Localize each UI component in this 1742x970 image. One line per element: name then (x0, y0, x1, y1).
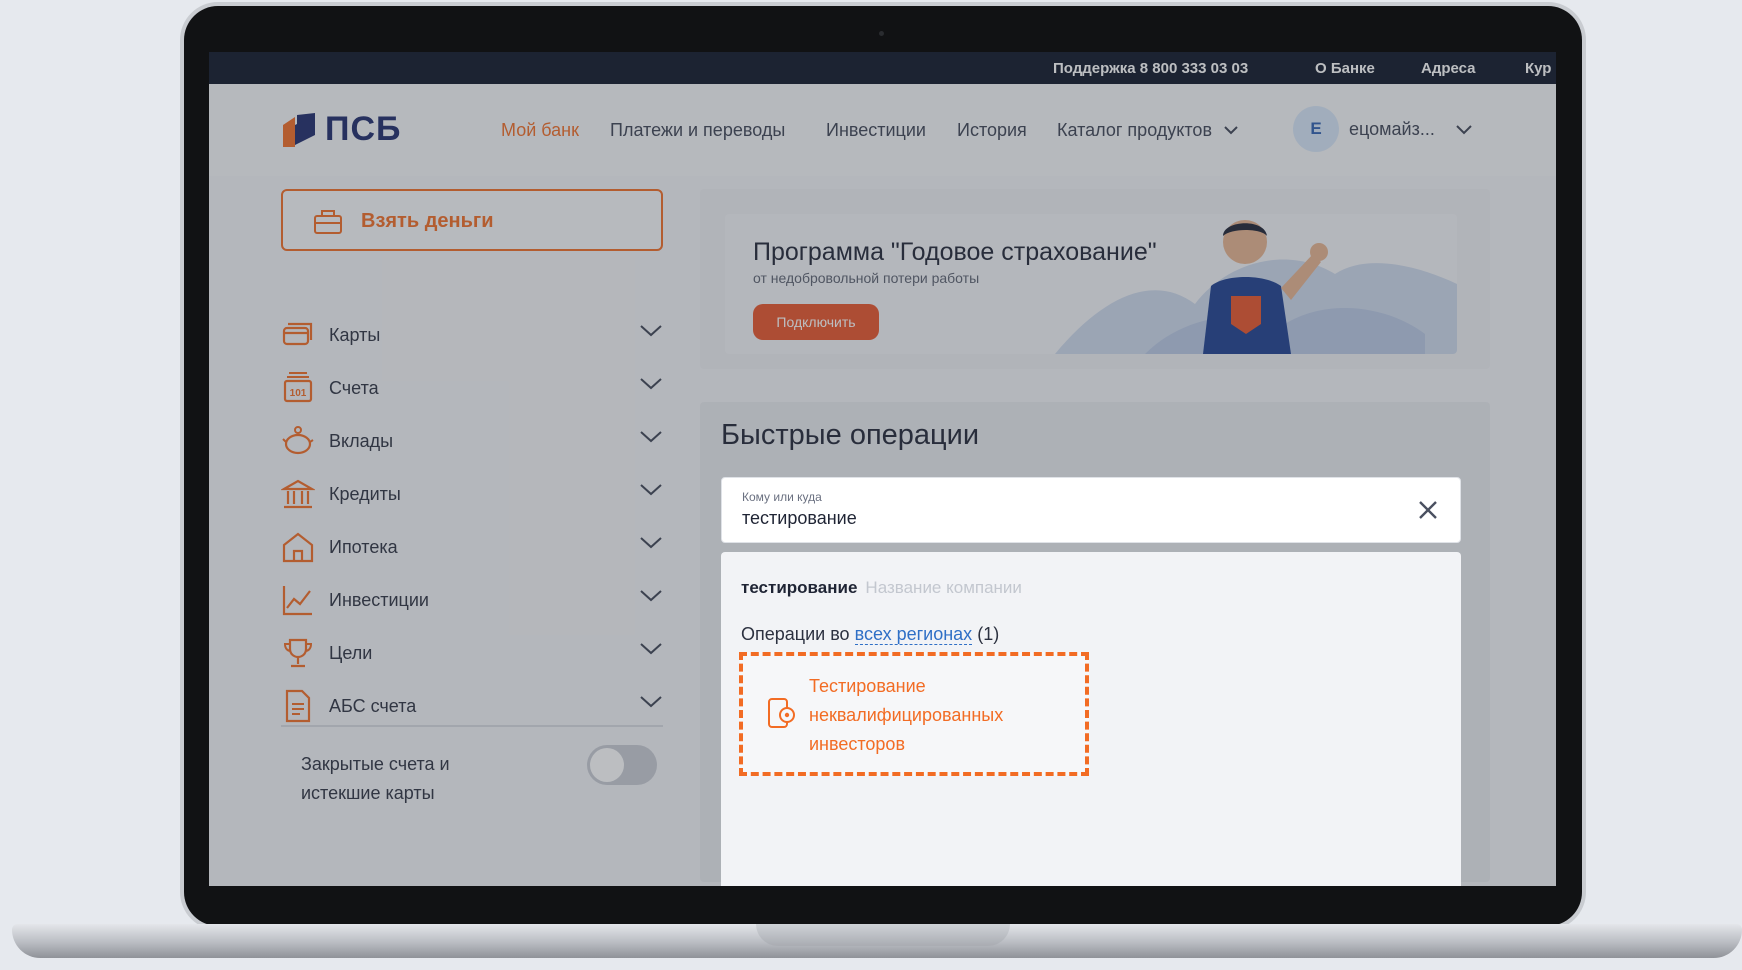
sidebar-item-label: АБС счета (329, 696, 417, 716)
regions-count: (1) (977, 624, 1000, 644)
psb-logo[interactable]: ПСБ (281, 110, 401, 149)
toggle-knob (590, 748, 624, 782)
sidebar-item-investments[interactable]: Инвестиции (281, 579, 663, 619)
sidebar-item-cards[interactable]: Карты (281, 314, 663, 354)
company-name-placeholder: Название компании (865, 578, 1022, 597)
chevron-down-icon (1456, 125, 1472, 135)
sidebar-item-label: Вклады (329, 431, 394, 451)
chevron-down-icon[interactable] (639, 585, 663, 605)
rates-link[interactable]: Кур (1525, 60, 1551, 77)
trophy-icon (283, 638, 313, 668)
nav-catalog[interactable]: Каталог продуктов (1057, 120, 1239, 141)
sidebar-item-credits[interactable]: Кредиты (281, 473, 663, 513)
search-input[interactable] (742, 508, 1382, 529)
logo-text: ПСБ (325, 110, 402, 148)
search-query-text: тестирование (741, 578, 858, 597)
laptop-base-notch (756, 924, 1010, 946)
support-phone-link[interactable]: Поддержка 8 800 333 03 03 (1053, 60, 1248, 77)
svg-text:101: 101 (290, 388, 307, 399)
closed-accounts-label: Закрытые счета и истекшие карты (301, 754, 450, 803)
document-icon (285, 689, 311, 723)
regions-prefix: Операции во (741, 624, 850, 644)
sidebar-item-label: Цели (329, 643, 373, 663)
promo-banner[interactable]: Программа "Годовое страхование" от недоб… (725, 214, 1457, 354)
search-hint: Кому или куда (742, 490, 822, 504)
sidebar-item-goals[interactable]: Цели (281, 632, 663, 672)
search-result-item[interactable]: Тестирование неквалифицированных инвесто… (739, 652, 1089, 776)
chevron-down-icon[interactable] (639, 479, 663, 499)
take-money-label: Взять деньги (361, 210, 494, 232)
close-icon[interactable] (1414, 496, 1442, 524)
user-menu[interactable]: Е ецомайз... (1293, 106, 1473, 152)
nav-my-bank[interactable]: Мой банк (501, 120, 579, 141)
sidebar-item-label: Карты (329, 325, 381, 345)
sidebar-item-accounts[interactable]: 101 Счета (281, 367, 663, 407)
search-query-row: тестирование Название компании (741, 578, 1022, 598)
nav-payments[interactable]: Платежи и переводы (610, 120, 785, 141)
top-bar: Поддержка 8 800 333 03 03 О Банке Адреса… (209, 52, 1556, 84)
chevron-down-icon[interactable] (639, 426, 663, 446)
about-bank-link[interactable]: О Банке (1315, 60, 1375, 77)
header: ПСБ Мой банк Платежи и переводы Инвестиц… (209, 84, 1556, 176)
sidebar-divider (281, 725, 663, 727)
sidebar-item-mortgage[interactable]: Ипотека (281, 526, 663, 566)
chevron-down-icon[interactable] (639, 532, 663, 552)
chevron-down-icon[interactable] (639, 638, 663, 658)
sidebar-item-deposits[interactable]: Вклады (281, 420, 663, 460)
sidebar-item-label: Кредиты (329, 484, 401, 504)
avatar: Е (1293, 106, 1339, 152)
take-money-button[interactable]: Взять деньги (281, 189, 663, 251)
piggy-bank-icon (282, 426, 314, 455)
regions-row: Операции во всех регионах (1) (741, 624, 999, 645)
wallet-icon (314, 210, 342, 234)
chevron-down-icon[interactable] (639, 320, 663, 340)
bank-building-icon (281, 479, 315, 509)
chevron-down-icon[interactable] (639, 691, 663, 711)
search-results-dropdown: тестирование Название компании Операции в… (721, 552, 1461, 886)
screen: Поддержка 8 800 333 03 03 О Банке Адреса… (209, 52, 1556, 886)
quick-operations-title: Быстрые операции (721, 419, 980, 451)
chart-icon (282, 586, 312, 616)
search-field[interactable]: Кому или куда (721, 477, 1461, 543)
laptop-camera (879, 31, 884, 36)
user-name: ецомайз... (1349, 118, 1435, 139)
accounts-icon: 101 (283, 372, 313, 403)
promo-subtitle: от недобровольной потери работы (753, 270, 980, 286)
sidebar-item-abs-accounts[interactable]: АБС счета (281, 685, 663, 725)
cards-icon (282, 322, 313, 346)
addresses-link[interactable]: Адреса (1421, 60, 1476, 77)
closed-accounts-toggle[interactable] (587, 745, 657, 785)
house-icon (282, 532, 314, 563)
sidebar-item-label: Ипотека (329, 537, 398, 557)
chevron-down-icon[interactable] (639, 373, 663, 393)
psb-logo-icon (283, 112, 315, 147)
search-result-label: Тестирование неквалифицированных инвесто… (809, 676, 1004, 754)
promo-title: Программа "Годовое страхование" (753, 238, 1157, 266)
phone-payment-icon (768, 698, 795, 728)
nav-investments[interactable]: Инвестиции (826, 120, 926, 141)
all-regions-link[interactable]: всех регионах (854, 624, 973, 645)
nav-history[interactable]: История (957, 120, 1027, 141)
promo-connect-button[interactable]: Подключить (753, 304, 879, 340)
nav-catalog-label: Каталог продуктов (1057, 120, 1213, 140)
sidebar-item-label: Инвестиции (329, 590, 429, 610)
chevron-down-icon (1224, 126, 1238, 135)
sidebar-item-label: Счета (329, 378, 379, 398)
